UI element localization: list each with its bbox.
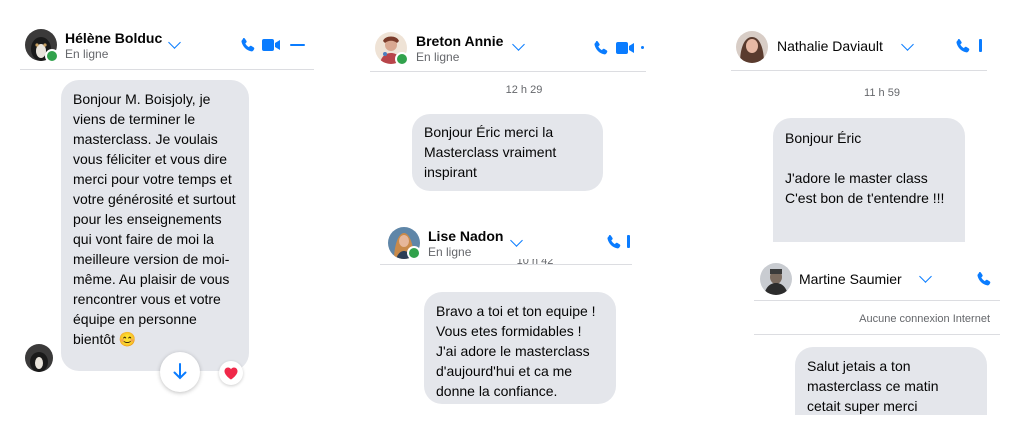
scroll-down-button[interactable] xyxy=(160,352,200,392)
chevron-down-icon[interactable] xyxy=(510,234,523,247)
video-icon[interactable] xyxy=(262,38,282,52)
header-divider xyxy=(754,300,1000,301)
contact-name[interactable]: Nathalie Daviault xyxy=(777,38,883,54)
online-status-dot xyxy=(395,52,409,66)
notice-divider xyxy=(754,334,1000,335)
avatar xyxy=(25,344,53,372)
contact-name[interactable]: Lise Nadon xyxy=(428,228,503,244)
chevron-down-icon[interactable] xyxy=(512,38,525,51)
contact-status: En ligne xyxy=(416,50,460,64)
message-bubble: Bonjour Éric merci la Masterclass vraime… xyxy=(412,114,603,191)
message-timestamp: 12 h 29 xyxy=(505,84,543,96)
video-icon[interactable] xyxy=(616,41,636,55)
video-icon[interactable] xyxy=(627,235,630,248)
heart-icon xyxy=(224,367,238,380)
video-icon[interactable] xyxy=(979,39,982,52)
header-divider xyxy=(731,70,987,71)
more-icon[interactable] xyxy=(641,46,644,49)
phone-icon[interactable] xyxy=(593,40,609,56)
chevron-down-icon[interactable] xyxy=(168,36,181,49)
avatar[interactable] xyxy=(760,263,792,295)
phone-icon[interactable] xyxy=(240,37,256,53)
chevron-down-icon[interactable] xyxy=(919,270,932,283)
online-status-dot xyxy=(45,49,59,63)
avatar[interactable] xyxy=(736,31,768,63)
phone-icon[interactable] xyxy=(606,234,622,250)
reaction-button[interactable] xyxy=(219,361,243,385)
message-timestamp: 11 h 59 xyxy=(864,87,900,99)
message-bubble: Bonjour Éric J'adore le master class C'e… xyxy=(773,118,965,242)
online-status-dot xyxy=(407,246,421,260)
connection-notice: Aucune connexion Internet xyxy=(859,313,990,325)
contact-name[interactable]: Breton Annie xyxy=(416,33,503,49)
contact-name[interactable]: Martine Saumier xyxy=(799,271,902,287)
message-timestamp: 10 h 42 xyxy=(516,259,554,267)
header-divider xyxy=(20,69,314,70)
message-bubble: Bonjour M. Boisjoly, je viens de termine… xyxy=(61,80,249,371)
message-bubble: Bravo a toi et ton equipe ! Vous etes fo… xyxy=(424,292,616,404)
contact-status: En ligne xyxy=(428,245,472,259)
phone-icon[interactable] xyxy=(955,38,971,54)
minimize-icon[interactable] xyxy=(290,44,305,46)
header-divider xyxy=(370,71,646,72)
contact-status: En ligne xyxy=(65,47,109,61)
phone-icon[interactable] xyxy=(976,271,992,287)
scroll-down-icon xyxy=(173,363,187,380)
message-bubble: Salut jetais a ton masterclass ce matin … xyxy=(795,347,987,415)
contact-name[interactable]: Hélène Bolduc xyxy=(65,30,162,46)
chevron-down-icon[interactable] xyxy=(901,38,914,51)
